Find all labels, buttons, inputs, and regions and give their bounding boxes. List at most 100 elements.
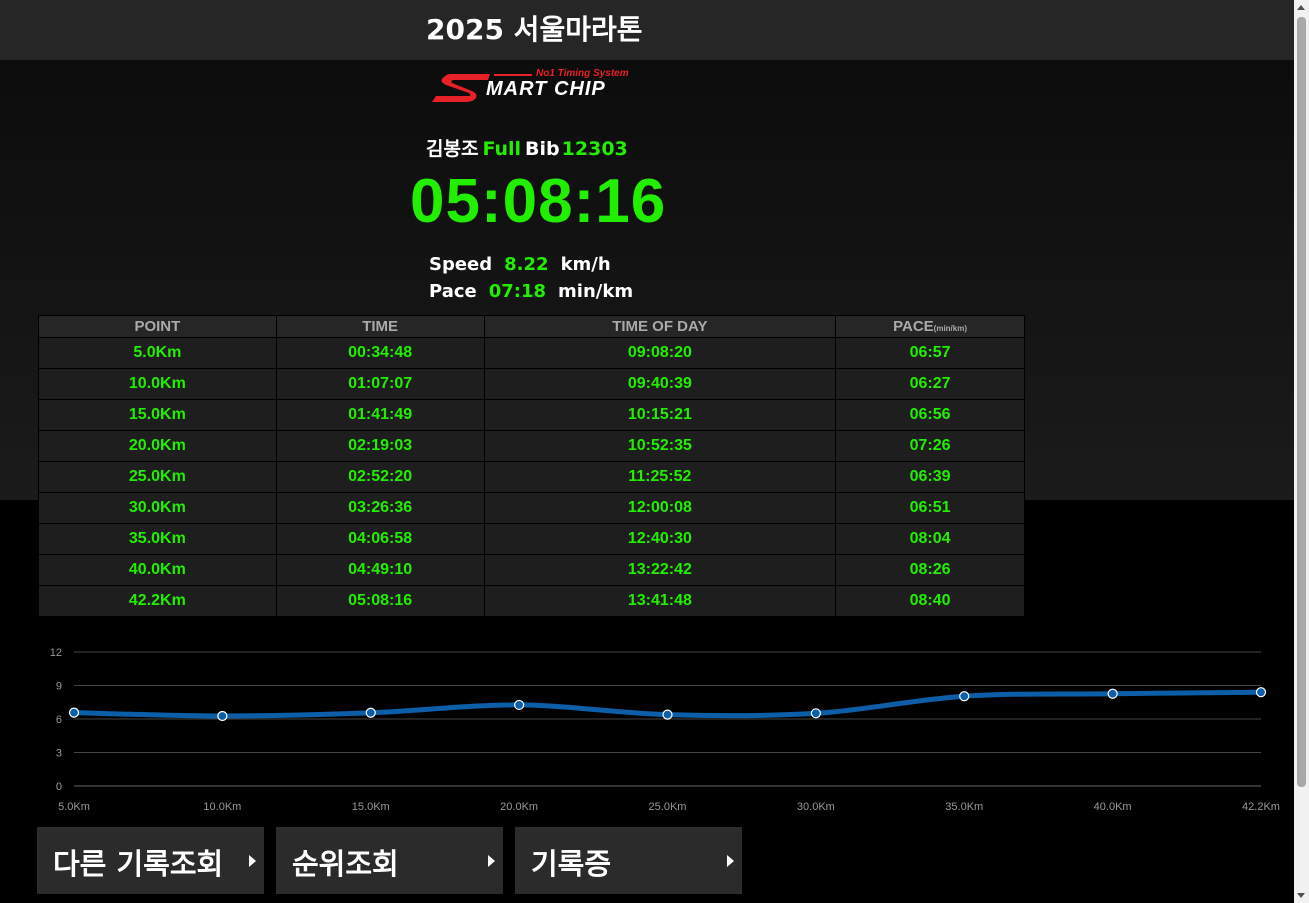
runner-category: Full: [482, 138, 522, 160]
x-tick-label: 10.0Km: [203, 801, 241, 813]
top-bar: [0, 0, 1294, 60]
split-cell-time: 01:41:49: [275, 399, 485, 431]
pace-stat: Pace 07:18 min/km: [429, 281, 633, 302]
y-tick-label: 12: [50, 647, 62, 659]
bib-number: 12303: [561, 138, 628, 160]
col-header-time: TIME: [275, 315, 485, 338]
table-row: 20.0Km 02:19:03 10:52:35 07:26: [38, 430, 1025, 462]
split-cell-pace: 07:26: [835, 430, 1025, 462]
chevron-right-icon: [249, 855, 256, 867]
chevron-right-icon: [727, 855, 734, 867]
y-tick-label: 3: [56, 748, 62, 760]
page-title: 2025 서울마라톤: [426, 13, 643, 46]
split-cell-tod: 09:08:20: [483, 337, 837, 369]
split-cell-point: 10.0Km: [38, 368, 277, 400]
logo-stripe: [494, 74, 532, 76]
split-cell-point: 30.0Km: [38, 492, 277, 524]
table-row: 5.0Km 00:34:48 09:08:20 06:57: [38, 337, 1025, 369]
split-cell-point: 15.0Km: [38, 399, 277, 431]
split-cell-time: 03:26:36: [275, 492, 485, 524]
split-cell-point: 35.0Km: [38, 523, 277, 555]
split-cell-time: 01:07:07: [275, 368, 485, 400]
pace-chart: 0 3 6 9 12 5.0Km 10.0Km 15.0Km 20.0Km 25.0Km 30.0K…: [50, 647, 1280, 813]
x-tick-label: 42.2Km: [1242, 801, 1280, 813]
split-cell-time: 05:08:16: [275, 585, 485, 617]
split-cell-tod: 11:25:52: [483, 461, 837, 493]
pace-unit: min/km: [558, 281, 634, 302]
table-row: 40.0Km 04:49:10 13:22:42 08:26: [38, 554, 1025, 586]
split-cell-time: 04:49:10: [275, 554, 485, 586]
certificate-button[interactable]: 기록증: [515, 827, 742, 894]
y-tick-label: 9: [56, 681, 62, 693]
x-tick-label: 30.0Km: [797, 801, 835, 813]
scrollbar-thumb[interactable]: [1297, 17, 1306, 787]
pace-data-point[interactable]: [365, 707, 376, 718]
x-tick-label: 15.0Km: [352, 801, 390, 813]
logo-brand: MART CHIP: [486, 78, 606, 100]
pace-value: 07:18: [488, 281, 547, 302]
pace-data-point[interactable]: [1107, 688, 1118, 699]
pace-data-point[interactable]: [1255, 687, 1267, 698]
split-cell-tod: 13:41:48: [483, 585, 837, 617]
split-cell-tod: 13:22:42: [483, 554, 837, 586]
speed-unit: km/h: [560, 254, 611, 275]
ranking-label: 순위조회: [292, 847, 399, 881]
bib-label: Bib: [525, 138, 560, 160]
speed-stat: Speed 8.22 km/h: [429, 254, 611, 275]
split-cell-pace: 06:27: [835, 368, 1025, 400]
pace-data-point[interactable]: [662, 709, 673, 720]
split-cell-tod: 12:00:08: [483, 492, 837, 524]
pace-data-point[interactable]: [959, 691, 970, 702]
x-tick-label: 20.0Km: [500, 801, 538, 813]
split-cell-pace: 06:56: [835, 399, 1025, 431]
scroll-down-icon[interactable]: [1297, 893, 1305, 898]
split-cell-point: 5.0Km: [38, 337, 277, 369]
pace-header-unit: (min/km): [933, 324, 968, 333]
split-table: POINT TIME TIME OF DAY PACE(min/km) 5.0K…: [38, 315, 1025, 617]
speed-value: 8.22: [504, 254, 549, 275]
table-row: 15.0Km 01:41:49 10:15:21 06:56: [38, 399, 1025, 431]
split-cell-tod: 09:40:39: [483, 368, 837, 400]
x-tick-label: 40.0Km: [1094, 801, 1132, 813]
other-records-label: 다른 기록조회: [53, 847, 224, 881]
runner-info: 김봉조 Full Bib 12303: [426, 134, 628, 161]
split-cell-tod: 10:52:35: [483, 430, 837, 462]
page-scrollbar[interactable]: [1294, 0, 1309, 903]
split-cell-time: 04:06:58: [275, 523, 485, 555]
table-row: 35.0Km 04:06:58 12:40:30 08:04: [38, 523, 1025, 555]
table-row: 30.0Km 03:26:36 12:00:08 06:51: [38, 492, 1025, 524]
split-cell-tod: 10:15:21: [483, 399, 837, 431]
split-cell-time: 00:34:48: [275, 337, 485, 369]
split-cell-point: 40.0Km: [38, 554, 277, 586]
pace-data-point[interactable]: [810, 708, 821, 719]
split-table-header: POINT TIME TIME OF DAY PACE(min/km): [38, 315, 1025, 338]
x-tick-label: 25.0Km: [649, 801, 687, 813]
split-cell-pace: 08:04: [835, 523, 1025, 555]
split-cell-pace: 06:51: [835, 492, 1025, 524]
col-header-point: POINT: [38, 315, 277, 338]
y-tick-label: 6: [56, 714, 62, 726]
table-row: 25.0Km 02:52:20 11:25:52 06:39: [38, 461, 1025, 493]
split-cell-pace: 06:39: [835, 461, 1025, 493]
split-cell-pace: 06:57: [835, 337, 1025, 369]
chevron-right-icon: [488, 855, 495, 867]
pace-header-label: PACE: [893, 318, 934, 335]
split-cell-point: 25.0Km: [38, 461, 277, 493]
speed-label: Speed: [429, 254, 493, 275]
finish-time: 05:08:16: [410, 167, 667, 236]
split-cell-pace: 08:40: [835, 585, 1025, 617]
pace-data-point[interactable]: [514, 699, 525, 711]
ranking-button[interactable]: 순위조회: [276, 827, 503, 894]
split-cell-tod: 12:40:30: [483, 523, 837, 555]
x-tick-label: 35.0Km: [945, 801, 983, 813]
other-records-button[interactable]: 다른 기록조회: [37, 827, 264, 894]
logo-s-mark-icon: [432, 74, 490, 102]
pace-data-point[interactable]: [68, 707, 80, 718]
pace-data-point[interactable]: [217, 710, 228, 722]
y-tick-label: 0: [56, 781, 62, 793]
table-row: 42.2Km 05:08:16 13:41:48 08:40: [38, 585, 1025, 617]
split-cell-point: 42.2Km: [38, 585, 277, 617]
x-tick-label: 5.0Km: [58, 801, 90, 813]
scroll-up-icon[interactable]: [1297, 5, 1305, 10]
table-row: 10.0Km 01:07:07 09:40:39 06:27: [38, 368, 1025, 400]
